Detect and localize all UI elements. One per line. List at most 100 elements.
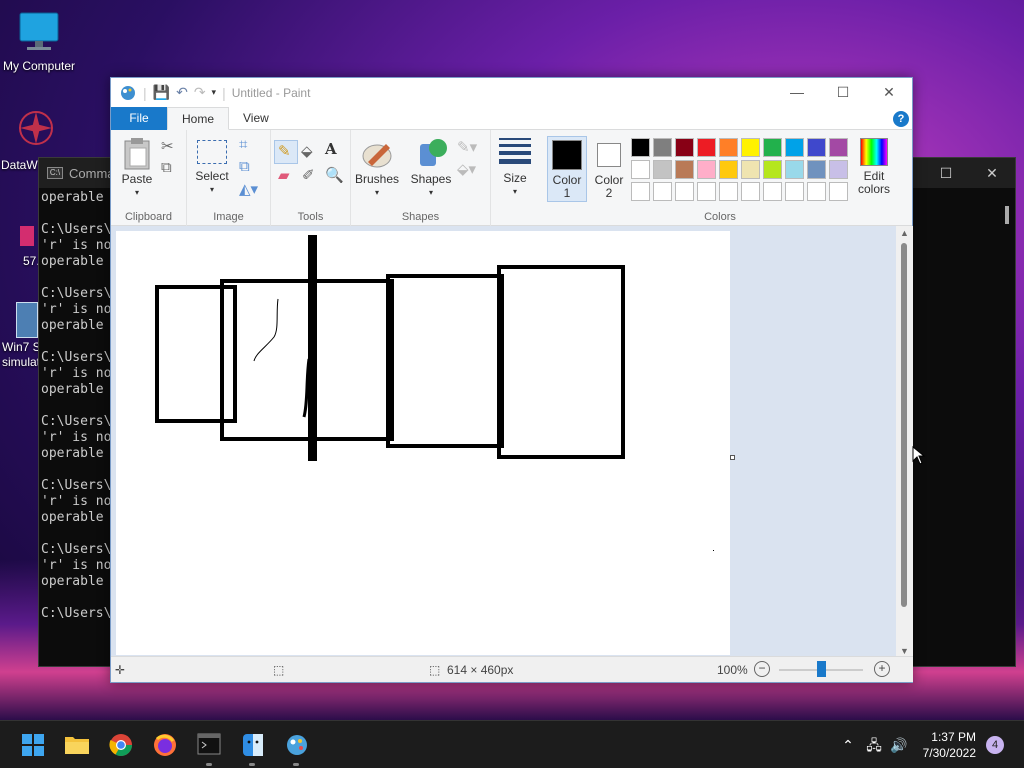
taskbar-paint[interactable] (284, 733, 310, 757)
palette-color-swatch[interactable] (631, 182, 650, 201)
drawn-rectangle (220, 279, 394, 441)
crop-icon[interactable]: ⌗ (239, 136, 247, 153)
system-clock[interactable]: 1:37 PM 7/30/2022 (923, 729, 976, 761)
outline-icon[interactable]: ✎▾ (457, 138, 477, 156)
fill-bucket-icon[interactable]: ⬙ (301, 142, 313, 160)
brushes-label: Brushes (354, 172, 400, 186)
zoom-out-button[interactable]: − (754, 661, 770, 677)
copy-icon[interactable]: ⧉ (161, 159, 172, 176)
palette-color-swatch[interactable] (631, 138, 650, 157)
color1-button[interactable]: Color 1 (549, 140, 585, 200)
color2-button[interactable]: Color 2 (591, 140, 627, 200)
taskbar-finder[interactable] (240, 733, 266, 757)
palette-color-swatch[interactable] (653, 138, 672, 157)
network-icon[interactable]: 🖧 (861, 733, 887, 757)
show-hidden-icons[interactable]: ⌃ (835, 733, 861, 757)
scroll-up-icon[interactable]: ▲ (900, 228, 909, 238)
console-maximize-button[interactable]: ☐ (923, 158, 969, 188)
zoom-in-button[interactable]: + (874, 661, 890, 677)
brushes-button[interactable]: Brushes ▾ (353, 136, 401, 199)
cut-icon[interactable]: ✂ (161, 137, 174, 155)
resize-icon[interactable]: ⧉ (239, 158, 250, 175)
palette-color-swatch[interactable] (741, 160, 760, 179)
palette-color-swatch[interactable] (785, 182, 804, 201)
palette-color-swatch[interactable] (719, 160, 738, 179)
palette-color-swatch[interactable] (785, 138, 804, 157)
palette-color-swatch[interactable] (763, 182, 782, 201)
minimize-button[interactable]: — (774, 78, 820, 107)
color2-swatch (597, 143, 621, 167)
customize-quick-access-icon[interactable]: ▾ (212, 87, 217, 98)
palette-color-swatch[interactable] (653, 182, 672, 201)
palette-color-swatch[interactable] (653, 160, 672, 179)
text-icon[interactable]: A (325, 140, 337, 158)
console-close-button[interactable]: ✕ (969, 158, 1015, 188)
group-label: Tools (297, 211, 324, 223)
vertical-scrollbar[interactable]: ▲ ▼ (896, 226, 913, 658)
eraser-icon[interactable]: ▰ (278, 166, 290, 184)
palette-color-swatch[interactable] (697, 182, 716, 201)
taskbar-terminal[interactable] (196, 733, 222, 757)
tab-view[interactable]: View (229, 107, 283, 130)
color-picker-icon[interactable]: ✐ (302, 166, 315, 184)
palette-color-swatch[interactable] (807, 138, 826, 157)
size-button[interactable]: Size ▾ (495, 138, 535, 198)
monitor-icon (19, 12, 59, 50)
pencil-icon[interactable]: ✎ (278, 142, 291, 160)
palette-color-swatch[interactable] (807, 160, 826, 179)
fill-icon[interactable]: ⬙▾ (457, 160, 476, 178)
palette-color-swatch[interactable] (675, 182, 694, 201)
volume-icon[interactable]: 🔊 (886, 733, 912, 757)
shapes-button[interactable]: Shapes ▾ (409, 136, 453, 199)
scroll-down-icon[interactable]: ▼ (900, 646, 909, 656)
palette-color-swatch[interactable] (763, 160, 782, 179)
maximize-button[interactable]: ☐ (820, 78, 866, 107)
palette-color-swatch[interactable] (631, 160, 650, 179)
console-scrollbar[interactable] (1005, 206, 1009, 224)
desktop-icon-dataw[interactable]: DataW... (0, 108, 58, 172)
taskbar-firefox[interactable] (152, 733, 178, 757)
palette-color-swatch[interactable] (763, 138, 782, 157)
zoom-slider-thumb[interactable] (817, 661, 826, 677)
palette-color-swatch[interactable] (829, 138, 848, 157)
desktop-icon-57[interactable]: 57... (20, 226, 46, 268)
folder-icon (65, 737, 89, 754)
palette-color-swatch[interactable] (675, 138, 694, 157)
taskbar-chrome[interactable] (108, 733, 134, 757)
taskbar-file-explorer[interactable] (64, 733, 90, 757)
palette-color-swatch[interactable] (675, 160, 694, 179)
paint-window[interactable]: | 💾 ↶ ↷ ▾ | Untitled - Paint — ☐ ✕ File … (110, 77, 913, 683)
desktop-icon-win7-simulator[interactable]: Win7 S simulat... (2, 302, 50, 370)
start-button[interactable] (20, 733, 46, 757)
canvas-resize-handle[interactable] (730, 455, 735, 460)
palette-color-swatch[interactable] (741, 182, 760, 201)
palette-color-swatch[interactable] (719, 138, 738, 157)
palette-color-swatch[interactable] (829, 160, 848, 179)
palette-color-swatch[interactable] (719, 182, 738, 201)
palette-color-swatch[interactable] (697, 138, 716, 157)
redo-icon[interactable]: ↷ (194, 84, 206, 101)
help-icon[interactable]: ? (893, 111, 909, 127)
palette-color-swatch[interactable] (741, 138, 760, 157)
scrollbar-thumb[interactable] (901, 243, 907, 607)
palette-color-swatch[interactable] (829, 182, 848, 201)
rotate-icon[interactable]: ◭▾ (239, 180, 258, 198)
save-icon[interactable]: 💾 (153, 84, 170, 101)
desktop-icon-my-computer[interactable]: My Computer (0, 10, 81, 73)
close-button[interactable]: ✕ (866, 78, 912, 107)
tab-home[interactable]: Home (167, 106, 230, 130)
notification-badge[interactable]: 4 (986, 736, 1004, 754)
magnifier-icon[interactable]: 🔍 (325, 166, 344, 184)
drawing-canvas[interactable] (116, 231, 730, 655)
edit-colors-button[interactable]: Edit colors (853, 138, 895, 196)
size-label: Size (503, 171, 527, 185)
palette-color-swatch[interactable] (807, 182, 826, 201)
palette-color-swatch[interactable] (697, 160, 716, 179)
palette-color-swatch[interactable] (785, 160, 804, 179)
tab-file[interactable]: File (111, 106, 167, 130)
drawn-dot (713, 550, 714, 551)
undo-icon[interactable]: ↶ (176, 84, 188, 101)
select-button[interactable]: Select ▾ (195, 136, 229, 196)
paste-button[interactable]: Paste ▾ (119, 136, 155, 199)
